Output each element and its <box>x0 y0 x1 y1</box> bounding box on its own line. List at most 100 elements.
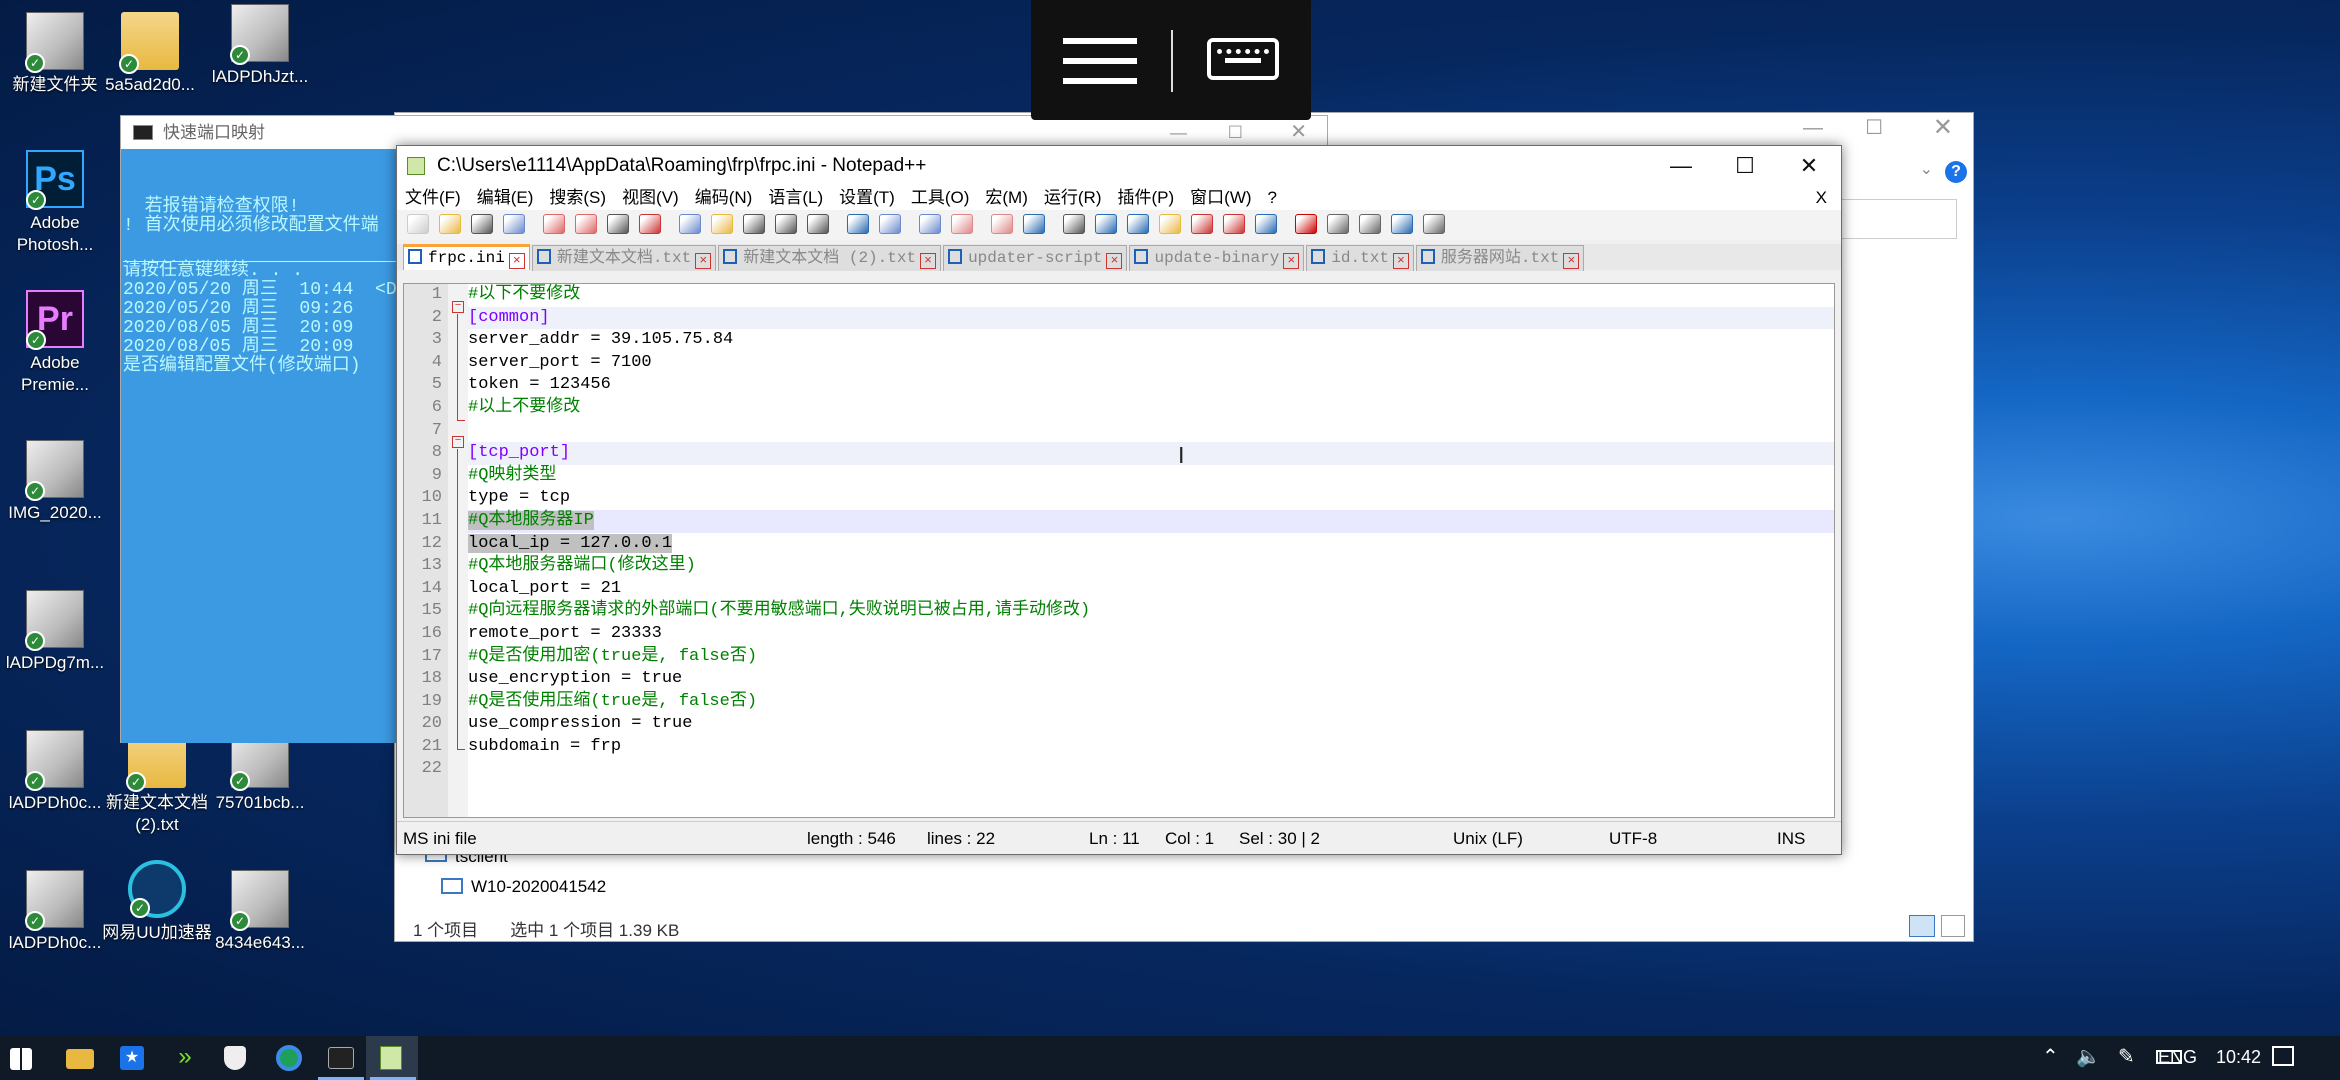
close-tab-icon[interactable]: × <box>1563 253 1580 269</box>
details-view-icon[interactable] <box>1909 915 1935 937</box>
edge-browser-icon[interactable] <box>276 1045 302 1071</box>
toolbar-button-icon[interactable] <box>879 214 901 234</box>
maximize-button[interactable]: ☐ <box>1713 146 1777 186</box>
desktop-icon[interactable]: ✓ 新建文件夹 <box>0 12 110 96</box>
desktop-icon[interactable]: ✓ lADPDh0c... <box>0 730 110 814</box>
desktop-icon[interactable]: Ps ✓ Adobe Photosh... <box>0 150 110 256</box>
toolbar-button-icon[interactable] <box>991 214 1013 234</box>
toolbar-button-icon[interactable] <box>679 214 701 234</box>
help-icon[interactable]: ? <box>1945 161 1967 183</box>
toolbar-button-icon[interactable] <box>775 214 797 234</box>
toolbar-button-icon[interactable] <box>1255 214 1277 234</box>
desktop-icon[interactable]: ✓ lADPDh0c... <box>0 870 110 954</box>
minimize-icon[interactable]: — <box>1803 117 1823 140</box>
star-app-icon[interactable]: ★ <box>120 1046 144 1070</box>
code-line[interactable]: [tcp_port] <box>468 442 1834 465</box>
close-icon[interactable]: ✕ <box>1933 113 1953 142</box>
code-line[interactable] <box>468 758 1834 781</box>
code-line[interactable]: token = 123456 <box>468 374 1834 397</box>
code-line[interactable]: local_port = 21 <box>468 578 1834 601</box>
toolbar-button-icon[interactable] <box>1391 214 1413 234</box>
code-line[interactable]: remote_port = 23333 <box>468 623 1834 646</box>
pen-icon[interactable]: ✎ <box>2118 1044 2135 1069</box>
toolbar-button-icon[interactable] <box>1223 214 1245 234</box>
fold-collapse-icon[interactable]: − <box>452 436 464 448</box>
menu-item[interactable]: 文件(F) <box>397 186 469 210</box>
cmd-taskbar-icon[interactable] <box>328 1047 354 1069</box>
code-area[interactable]: #以下不要修改 [common] server_addr = 39.105.75.8… <box>468 284 1834 781</box>
desktop-icon[interactable]: ✓ lADPDg7m... <box>0 590 110 674</box>
toolbar-button-icon[interactable] <box>1191 214 1213 234</box>
toolbar-button-icon[interactable] <box>847 214 869 234</box>
toolbar-button-icon[interactable] <box>951 214 973 234</box>
menu-item[interactable]: ? <box>1260 186 1285 210</box>
code-line[interactable]: #Q映射类型 <box>468 465 1834 488</box>
menu-item[interactable]: 设置(T) <box>831 186 903 210</box>
toolbar-button-icon[interactable] <box>807 214 829 234</box>
desktop-icon[interactable]: ✓ 8434e643... <box>205 870 315 954</box>
code-line[interactable]: server_addr = 39.105.75.84 <box>468 329 1834 352</box>
toolbar-button-icon[interactable] <box>439 214 461 234</box>
code-line[interactable]: [common] <box>468 306 1834 330</box>
editor[interactable]: 1 2 3 4 5 6 7 8 9 10 11 12 13 14 15 16 17 18 19 20 21 22 − − … <box>403 283 1835 818</box>
toolbar-button-icon[interactable] <box>743 214 765 234</box>
code-line[interactable]: #以上不要修改 <box>468 397 1834 420</box>
keyboard-icon[interactable] <box>1207 38 1279 80</box>
desktop-icon[interactable]: ✓ 新建文本文档 (2).txt <box>102 730 212 836</box>
close-document-button[interactable]: X <box>1808 186 1835 210</box>
desktop-icon[interactable]: Pr ✓ Adobe Premie... <box>0 290 110 396</box>
close-button[interactable]: ✕ <box>1777 146 1841 186</box>
desktop-icon[interactable]: ✓ lADPDhJzt... <box>205 4 315 88</box>
document-tab[interactable]: id.txt × <box>1306 245 1414 271</box>
notepad-taskbar-button[interactable] <box>366 1036 418 1080</box>
code-line[interactable]: local_ip = 127.0.0.1 <box>468 533 1834 556</box>
shield-icon[interactable] <box>224 1046 246 1070</box>
toolbar-button-icon[interactable] <box>639 214 661 234</box>
toolbar-button-icon[interactable] <box>575 214 597 234</box>
toolbar-button-icon[interactable] <box>1095 214 1117 234</box>
close-tab-icon[interactable]: × <box>920 253 937 269</box>
large-icons-view-icon[interactable] <box>1941 915 1965 937</box>
code-line[interactable]: #Q向远程服务器请求的外部端口(不要用敏感端口,失败说明已被占用,请手动修改) <box>468 600 1834 623</box>
document-tab[interactable]: frpc.ini × <box>403 244 530 270</box>
close-tab-icon[interactable]: × <box>1392 253 1409 269</box>
explorer-item[interactable]: W10-2020041542 <box>441 877 606 897</box>
code-line[interactable]: #以下不要修改 <box>468 284 1834 307</box>
menu-item[interactable]: 工具(O) <box>903 186 978 210</box>
toolbar-button-icon[interactable] <box>1063 214 1085 234</box>
npp-titlebar[interactable]: C:\Users\e1114\AppData\Roaming\frp\frpc.… <box>397 146 1841 186</box>
nvidia-icon[interactable]: » <box>172 1045 198 1070</box>
code-line[interactable]: #Q本地服务器IP <box>468 509 1834 533</box>
code-line[interactable] <box>468 420 1834 443</box>
toolbar-button-icon[interactable] <box>1423 214 1445 234</box>
menu-item[interactable]: 编码(N) <box>687 186 761 210</box>
menu-icon[interactable] <box>1063 38 1137 84</box>
desktop-icon[interactable]: ✓ 网易UU加速器 <box>102 860 212 944</box>
menu-item[interactable]: 窗口(W) <box>1182 186 1259 210</box>
document-tab[interactable]: 新建文本文档 (2).txt × <box>718 245 942 271</box>
code-line[interactable]: server_port = 7100 <box>468 352 1834 375</box>
menu-item[interactable]: 搜索(S) <box>541 186 614 210</box>
toolbar-button-icon[interactable] <box>1159 214 1181 234</box>
code-line[interactable]: #Q是否使用加密(true是, false否) <box>468 646 1834 669</box>
toolbar-button-icon[interactable] <box>1023 214 1045 234</box>
clock[interactable]: 10:42 <box>2216 1047 2261 1068</box>
close-tab-icon[interactable]: × <box>1106 253 1123 269</box>
toolbar-button-icon[interactable] <box>503 214 525 234</box>
menu-item[interactable]: 视图(V) <box>614 186 687 210</box>
menu-item[interactable]: 运行(R) <box>1036 186 1110 210</box>
menu-item[interactable]: 语言(L) <box>760 186 831 210</box>
minimize-button[interactable]: — <box>1649 146 1713 186</box>
toolbar-button-icon[interactable] <box>1359 214 1381 234</box>
close-tab-icon[interactable]: × <box>695 253 712 269</box>
notepad-plus-plus-window[interactable]: C:\Users\e1114\AppData\Roaming\frp\frpc.… <box>396 145 1842 855</box>
toolbar-button-icon[interactable] <box>1295 214 1317 234</box>
toolbar-button-icon[interactable] <box>607 214 629 234</box>
volume-icon[interactable]: 🔈 <box>2076 1044 2101 1069</box>
toolbar-button-icon[interactable] <box>407 214 429 234</box>
toolbar-button-icon[interactable] <box>543 214 565 234</box>
notification-icon[interactable] <box>2272 1046 2294 1066</box>
code-line[interactable]: type = tcp <box>468 487 1834 510</box>
toolbar-button-icon[interactable] <box>471 214 493 234</box>
toolbar-button-icon[interactable] <box>1327 214 1349 234</box>
